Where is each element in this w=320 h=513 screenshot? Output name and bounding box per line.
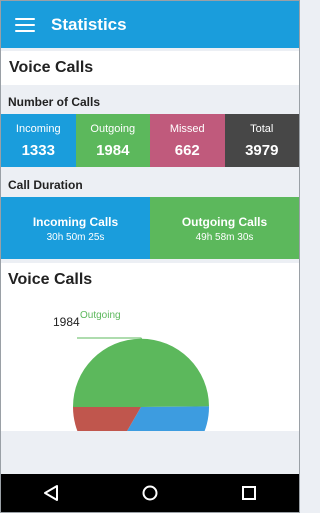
home-icon (142, 485, 158, 501)
stat-missed[interactable]: Missed 662 (150, 114, 225, 167)
call-count-stats: Incoming 1333 Outgoing 1984 Missed 662 T… (1, 114, 299, 167)
duration-outgoing-value: 49h 58m 30s (195, 232, 254, 243)
duration-incoming[interactable]: Incoming Calls 30h 50m 25s (1, 197, 150, 259)
duration-outgoing-title: Outgoing Calls (181, 215, 268, 229)
call-duration-label: Call Duration (8, 178, 83, 192)
stat-outgoing[interactable]: Outgoing 1984 (75, 114, 150, 167)
duration-incoming-value: 30h 50m 25s (46, 232, 105, 243)
back-icon (43, 485, 58, 501)
duration-outgoing[interactable]: Outgoing Calls 49h 58m 30s (150, 197, 299, 259)
menu-icon[interactable] (15, 17, 35, 32)
stat-outgoing-label: Outgoing (90, 123, 136, 135)
recents-icon (242, 486, 257, 500)
recents-button[interactable] (234, 478, 264, 508)
call-duration-stats: Incoming Calls 30h 50m 25s Outgoing Call… (1, 197, 299, 259)
pie-slice-outgoing[interactable] (72, 338, 209, 407)
outgoing-annotation-value: 1984 (53, 315, 80, 329)
stat-missed-label: Missed (169, 123, 205, 135)
voice-calls-header: Voice Calls (1, 51, 299, 85)
stat-total-label: Total (250, 123, 274, 135)
stat-total[interactable]: Total 3979 (224, 114, 299, 167)
stat-missed-value: 662 (174, 142, 200, 159)
stat-total-value: 3979 (245, 142, 279, 159)
app-bar: Statistics (1, 1, 299, 48)
system-nav-bar (1, 474, 299, 512)
back-button[interactable] (36, 478, 66, 508)
chart-title: Voice Calls (8, 271, 93, 288)
stat-outgoing-value: 1984 (96, 142, 130, 159)
duration-incoming-title: Incoming Calls (32, 215, 119, 229)
home-button[interactable] (135, 478, 165, 508)
stat-incoming-value: 1333 (21, 142, 55, 159)
outgoing-annotation-label: Outgoing (80, 310, 121, 321)
app-title: Statistics (51, 14, 127, 34)
number-of-calls-label: Number of Calls (8, 95, 101, 109)
stat-incoming-label: Incoming (15, 123, 61, 135)
stat-incoming[interactable]: Incoming 1333 (1, 114, 76, 167)
voice-calls-chart-card: Outgoing 1984 Voice Calls (1, 263, 299, 431)
voice-calls-title: Voice Calls (9, 59, 94, 76)
